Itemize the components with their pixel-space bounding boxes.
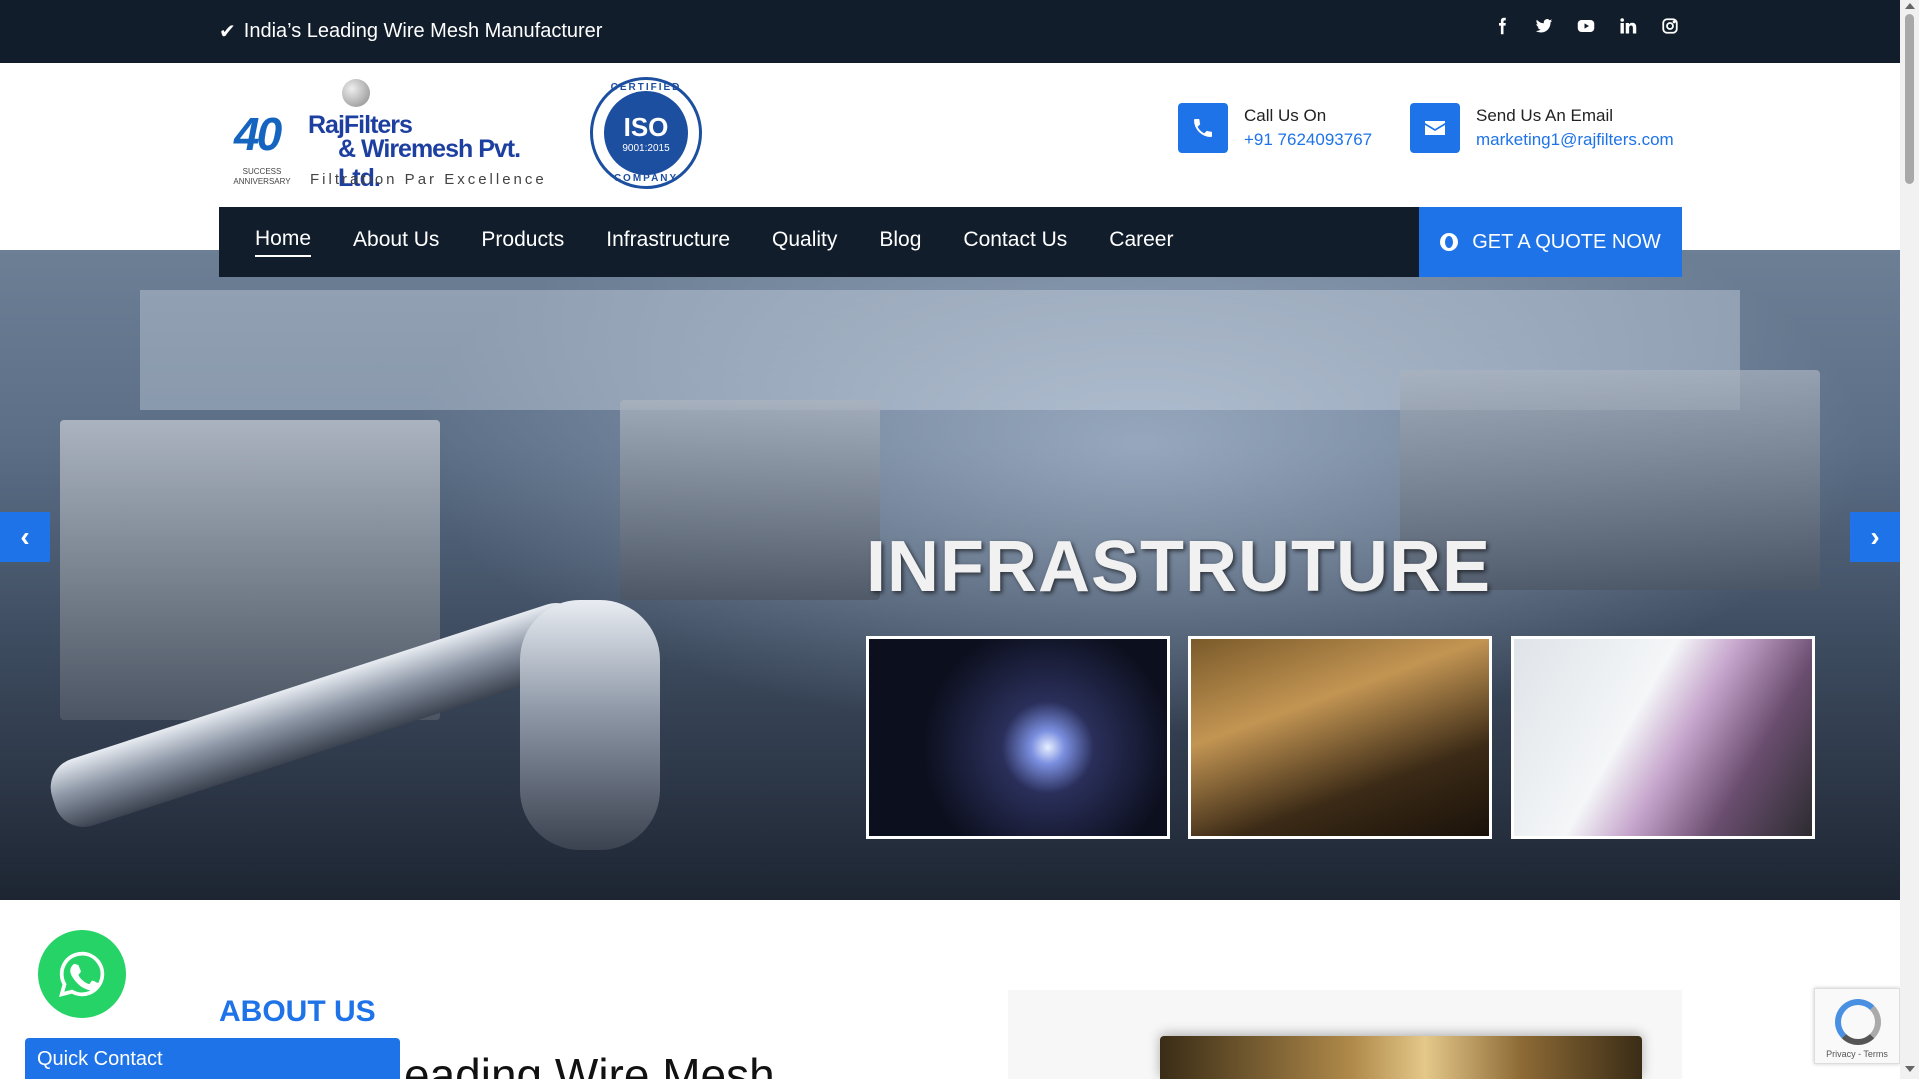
email-text: Send Us An Email marketing1@rajfilters.c… <box>1476 104 1674 152</box>
iso-main: ISO <box>623 112 669 142</box>
phone-icon <box>1178 103 1228 153</box>
hero-headline: INFRASTRUTURE <box>866 527 1491 607</box>
hero-thumb-welding <box>866 636 1170 839</box>
globe-icon <box>1440 233 1459 251</box>
email-link[interactable]: marketing1@rajfilters.com <box>1476 130 1674 149</box>
nav-item-contact-us[interactable]: Contact Us <box>963 228 1067 256</box>
page-scrollbar[interactable] <box>1900 0 1919 1079</box>
instagram-icon[interactable] <box>1658 14 1682 38</box>
social-links <box>1490 14 1682 38</box>
envelope-icon <box>1410 103 1460 153</box>
whatsapp-icon <box>59 951 105 997</box>
email-contact: Send Us An Email marketing1@rajfilters.c… <box>1410 103 1674 153</box>
scroll-down-icon[interactable] <box>1905 1066 1915 1072</box>
iso-ring-top: CERTIFIED <box>610 82 682 93</box>
chevron-left-icon: ‹ <box>20 521 30 552</box>
company-logo[interactable]: 40 SUCCESS ANNIVERSARY RajFilters & Wire… <box>218 77 558 192</box>
nav-item-quality[interactable]: Quality <box>772 228 837 256</box>
linkedin-icon[interactable] <box>1616 14 1640 38</box>
tagline: ✔ India’s Leading Wire Mesh Manufacturer <box>219 19 602 44</box>
logo-anniversary: SUCCESS ANNIVERSARY <box>233 167 291 186</box>
scrollbar-thumb[interactable] <box>1905 14 1914 184</box>
hero-thumb-machining <box>1188 636 1492 839</box>
about-image <box>1160 1036 1642 1079</box>
logo-slogan: Filtration Par Excellence <box>310 171 547 188</box>
top-bar: ✔ India’s Leading Wire Mesh Manufacturer <box>0 0 1900 63</box>
nav-item-infrastructure[interactable]: Infrastructure <box>606 228 730 256</box>
tagline-text: India’s Leading Wire Mesh Manufacturer <box>243 20 603 42</box>
slider-next-button[interactable]: › <box>1850 512 1900 562</box>
hero-bg-machine-mid <box>620 400 880 600</box>
chevron-right-icon: › <box>1870 521 1880 552</box>
logo-globe-icon <box>342 79 370 107</box>
check-icon: ✔ <box>219 21 236 43</box>
iso-sub: 9001:2015 <box>622 143 670 154</box>
logo-forty: 40 <box>234 108 282 160</box>
phone-label: Call Us On <box>1244 106 1327 125</box>
hero-bg-roller-2 <box>520 600 660 850</box>
twitter-icon[interactable] <box>1532 14 1556 38</box>
recaptcha-badge[interactable]: Privacy - Terms <box>1814 988 1900 1064</box>
get-quote-button[interactable]: GET A QUOTE NOW <box>1419 207 1682 277</box>
about-label: ABOUT US <box>219 995 376 1028</box>
facebook-icon[interactable] <box>1490 14 1514 38</box>
nav-item-home[interactable]: Home <box>255 227 312 257</box>
iso-ring-bottom: COMPANY <box>613 173 679 184</box>
nav-item-products[interactable]: Products <box>481 228 564 256</box>
recaptcha-icon <box>1835 999 1881 1045</box>
iso-certified-badge: CERTIFIED ISO 9001:2015 COMPANY <box>590 77 702 189</box>
email-label: Send Us An Email <box>1476 106 1614 125</box>
phone-contact: Call Us On +91 7624093767 <box>1178 103 1372 153</box>
nav-menu: Home About Us Products Infrastructure Qu… <box>255 207 1173 277</box>
get-quote-label: GET A QUOTE NOW <box>1472 230 1661 253</box>
hero-slider: INFRASTRUTURE <box>0 250 1900 900</box>
phone-text: Call Us On +91 7624093767 <box>1244 104 1372 152</box>
youtube-icon[interactable] <box>1574 14 1598 38</box>
header: 40 SUCCESS ANNIVERSARY RajFilters & Wire… <box>0 63 1900 208</box>
iso-inner: ISO 9001:2015 <box>604 91 688 175</box>
scroll-up-icon[interactable] <box>1905 3 1915 9</box>
quick-contact-tab[interactable]: Quick Contact <box>25 1038 400 1079</box>
slider-prev-button[interactable]: ‹ <box>0 512 50 562</box>
about-heading: eading Wire Mesh <box>404 1049 775 1079</box>
recaptcha-text[interactable]: Privacy - Terms <box>1815 1049 1899 1059</box>
nav-item-career[interactable]: Career <box>1109 228 1173 256</box>
hero-thumb-inspection <box>1511 636 1815 839</box>
whatsapp-button[interactable] <box>38 930 126 1018</box>
nav-item-about-us[interactable]: About Us <box>353 228 439 256</box>
nav-item-blog[interactable]: Blog <box>879 228 921 256</box>
phone-link[interactable]: +91 7624093767 <box>1244 130 1372 149</box>
